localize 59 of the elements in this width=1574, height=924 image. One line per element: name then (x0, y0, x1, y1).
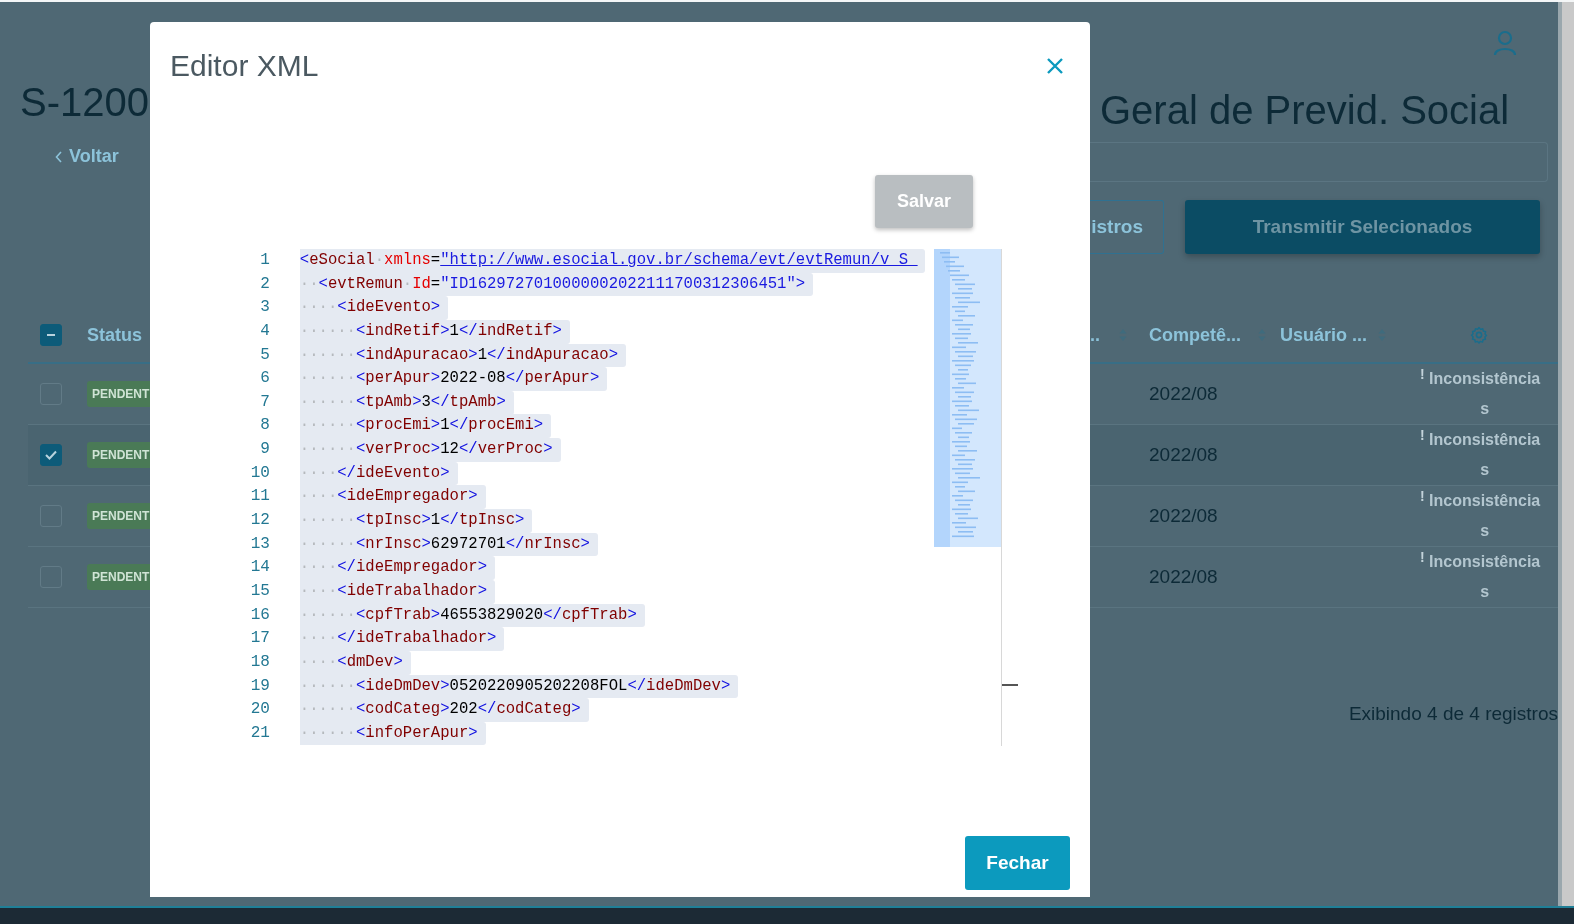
table-cell: 2022/08 (1149, 444, 1218, 466)
inconsistency-link[interactable]: Inconsistências (1428, 425, 1541, 485)
column-header[interactable]: Status (87, 324, 142, 346)
alert-mark: ! (1420, 549, 1425, 565)
line-number: 21 (250, 722, 270, 744)
page-title: Geral de Previd. Social (1099, 87, 1511, 134)
table-cell: 2022/08 (1149, 383, 1218, 405)
search-field[interactable] (1090, 142, 1548, 182)
table-cell: 2022/08 (1149, 505, 1218, 527)
dialog-title: Editor XML (170, 49, 319, 83)
line-number: 8 (260, 415, 270, 437)
select-all-checkbox[interactable] (40, 324, 62, 346)
alert-mark: ! (1420, 427, 1425, 443)
back-link[interactable]: Voltar (55, 146, 119, 167)
user-icon[interactable] (1493, 30, 1517, 56)
line-number: 13 (250, 533, 270, 555)
line-number: 18 (250, 651, 270, 673)
line-number: 6 (260, 368, 270, 390)
page-title: S-1200 (20, 79, 150, 126)
check-icon (44, 449, 58, 461)
line-number: 4 (260, 320, 270, 342)
line-number: 12 (250, 510, 270, 532)
action-button[interactable]: istros (1090, 200, 1164, 254)
line-number: 14 (250, 557, 270, 579)
column-header[interactable]: .. (1090, 324, 1100, 346)
line-number: 20 (250, 699, 270, 721)
chevron-left-icon (55, 150, 63, 163)
line-number: 7 (260, 391, 270, 413)
line-number: 3 (260, 297, 270, 319)
line-number: 9 (260, 439, 270, 461)
line-number: 15 (250, 580, 270, 602)
line-number: 17 (250, 628, 270, 650)
close-button[interactable] (1046, 57, 1064, 75)
scrollbar[interactable] (1558, 2, 1574, 906)
inconsistency-link[interactable]: Inconsistências (1428, 486, 1541, 546)
table-cell: 2022/08 (1149, 566, 1218, 588)
action-button[interactable]: Transmitir Selecionados (1185, 200, 1540, 254)
inconsistency-link[interactable]: Inconsistências (1428, 547, 1541, 607)
column-header[interactable]: Usuário ... (1280, 324, 1368, 346)
status-badge: PENDENT (87, 503, 150, 529)
alert-mark: ! (1420, 366, 1425, 382)
minimap-drawing[interactable] (934, 249, 1002, 547)
line-number: 2 (260, 273, 270, 295)
status-badge: PENDENT (87, 442, 150, 468)
line-number: 19 (250, 675, 270, 697)
status-badge: PENDENT (87, 381, 150, 407)
status-badge: PENDENT (87, 564, 150, 590)
line-number: 11 (250, 486, 270, 508)
line-number: 5 (260, 344, 270, 366)
line-number: 10 (250, 462, 270, 484)
close-dialog-button[interactable]: Fechar (965, 836, 1070, 890)
alert-mark: ! (1420, 488, 1425, 504)
inconsistency-link[interactable]: Inconsistências (1428, 364, 1541, 424)
line-number: 16 (250, 604, 270, 626)
row-checkbox[interactable] (40, 444, 62, 466)
line-number: 1 (260, 250, 270, 271)
settings-icon[interactable] (1470, 326, 1488, 344)
column-header[interactable]: Competê... (1149, 324, 1241, 346)
record-count: Exibindo 4 de 4 registros (1347, 703, 1558, 725)
